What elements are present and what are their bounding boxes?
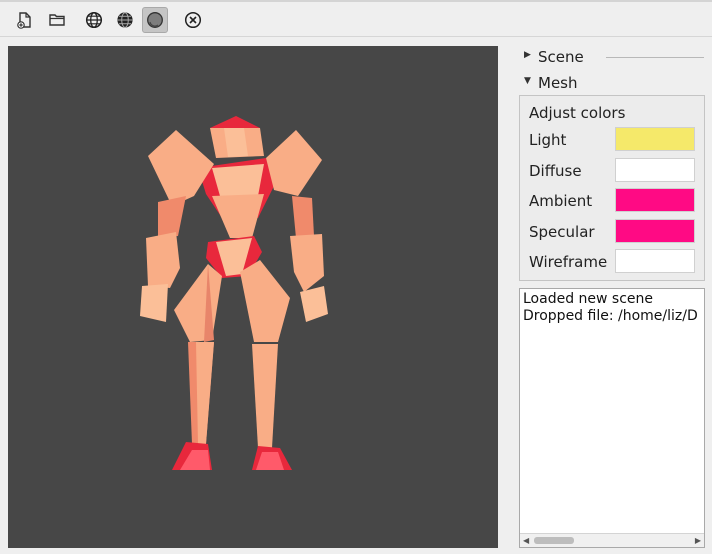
wireframe-color-swatch[interactable] <box>615 249 695 273</box>
scroll-right-icon[interactable]: ▶ <box>695 534 701 547</box>
new-file-icon <box>17 12 31 29</box>
solid-wire-mode-button[interactable] <box>112 7 138 33</box>
mesh-section-header[interactable]: ▼ Mesh <box>520 73 706 93</box>
ambient-color-swatch[interactable] <box>615 188 695 212</box>
scene-section-label: Scene <box>538 48 584 66</box>
color-row-specular: Specular <box>520 219 704 245</box>
open-folder-button[interactable] <box>44 7 70 33</box>
toolbar <box>0 2 712 36</box>
diffuse-color-swatch[interactable] <box>615 158 695 182</box>
color-label: Specular <box>529 223 595 241</box>
mesh-section-label: Mesh <box>538 74 578 92</box>
wireframe-globe-icon <box>85 11 103 29</box>
color-label: Ambient <box>529 192 593 210</box>
color-row-diffuse: Diffuse <box>520 158 704 184</box>
color-row-light: Light <box>520 127 704 153</box>
open-folder-icon <box>49 14 65 26</box>
close-circle-icon <box>184 11 202 29</box>
collapsed-arrow-icon: ▶ <box>524 50 531 60</box>
toolbar-separator <box>0 36 712 37</box>
wireframe-mode-button[interactable] <box>81 7 107 33</box>
specular-color-swatch[interactable] <box>615 219 695 243</box>
3d-viewport[interactable] <box>8 46 498 548</box>
new-file-button[interactable] <box>12 7 38 33</box>
shaded-sphere-icon <box>147 12 163 28</box>
solid-globe-icon <box>117 12 133 28</box>
color-row-ambient: Ambient <box>520 188 704 214</box>
expanded-arrow-icon: ▼ <box>524 76 531 86</box>
section-divider <box>606 57 704 58</box>
color-label: Diffuse <box>529 162 582 180</box>
mesh-color-panel: Adjust colors Light Diffuse Ambient Spec… <box>519 95 705 281</box>
adjust-colors-label: Adjust colors <box>529 104 626 122</box>
horizontal-scrollbar[interactable]: ◀ ▶ <box>520 533 704 547</box>
close-scene-button[interactable] <box>180 7 206 33</box>
log-output-box[interactable]: Loaded new scene Dropped file: /home/liz… <box>519 288 705 548</box>
shaded-mode-button[interactable] <box>142 7 168 33</box>
log-line: Loaded new scene <box>523 291 654 307</box>
scene-section-header[interactable]: ▶ Scene <box>520 47 706 67</box>
robot-mesh-model <box>140 116 328 470</box>
log-line: Dropped file: /home/liz/D <box>523 308 698 324</box>
light-color-swatch[interactable] <box>615 127 695 151</box>
color-label: Wireframe <box>529 253 608 271</box>
scrollbar-thumb[interactable] <box>534 537 574 544</box>
scroll-left-icon[interactable]: ◀ <box>523 534 529 547</box>
color-label: Light <box>529 131 567 149</box>
color-row-wireframe: Wireframe <box>520 249 704 275</box>
